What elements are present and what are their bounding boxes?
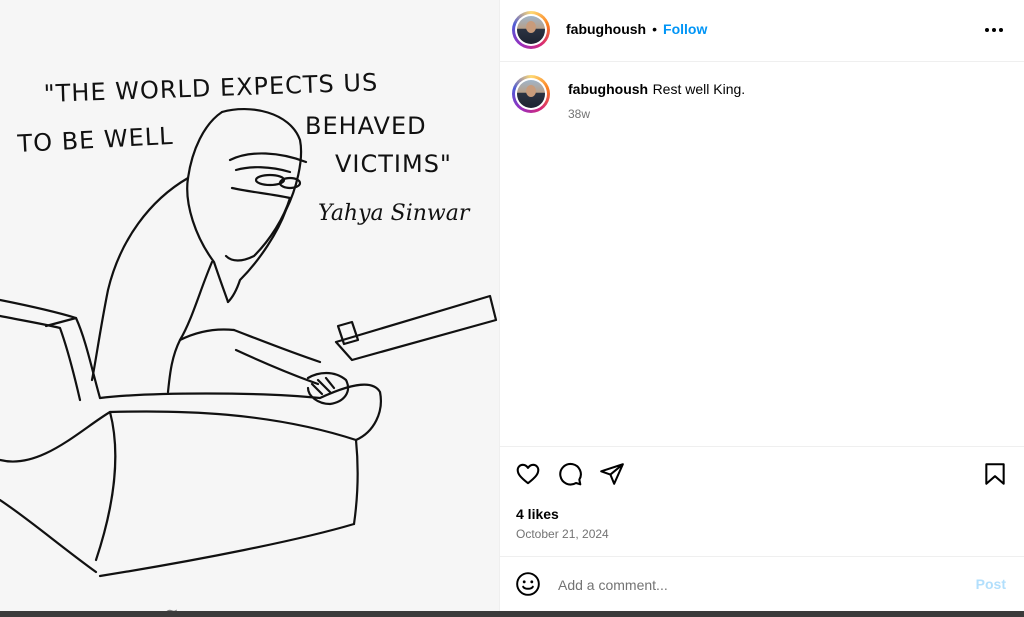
comment-button[interactable] [557, 461, 585, 489]
emoji-icon [516, 572, 540, 596]
caption-avatar[interactable] [512, 75, 550, 113]
likes-count[interactable]: 4 likes [516, 506, 559, 522]
post-comment-button[interactable]: Post [976, 576, 1006, 592]
emoji-button[interactable] [515, 571, 543, 599]
avatar-photo [517, 16, 545, 44]
post-date: October 21, 2024 [516, 527, 609, 541]
comment-bar: Post [500, 556, 1024, 612]
post-actions: 4 likes October 21, 2024 [500, 446, 1024, 557]
sketch-drawing: "THE WORLD EXPECTS US TO BE WELL BEHAVED… [0, 0, 499, 617]
follow-button[interactable]: Follow [663, 21, 707, 37]
comment-input[interactable] [556, 573, 960, 597]
more-options-button[interactable] [982, 18, 1006, 42]
like-button[interactable] [515, 461, 543, 489]
heart-icon [516, 463, 540, 485]
post-sidebar: fabughoush • Follow fabughoush Rest well… [500, 0, 1024, 617]
bookmark-icon [985, 463, 1005, 485]
separator-dot: • [652, 21, 658, 37]
quote-line-4: VICTIMS" [335, 150, 452, 178]
post-image[interactable]: "THE WORLD EXPECTS US TO BE WELL BEHAVED… [0, 0, 500, 617]
send-icon [600, 463, 624, 485]
share-button[interactable] [599, 461, 627, 489]
caption-text: Rest well King. [652, 81, 746, 97]
avatar[interactable] [512, 11, 550, 49]
save-button[interactable] [982, 461, 1010, 489]
more-horizontal-icon [985, 28, 1003, 32]
post-header: fabughoush • Follow [500, 0, 1024, 62]
caption-avatar-photo [517, 80, 545, 108]
caption-username[interactable]: fabughoush [568, 81, 648, 97]
header-username[interactable]: fabughoush [566, 21, 646, 37]
bottom-strip [0, 611, 1024, 617]
caption-timestamp[interactable]: 38w [568, 107, 590, 121]
comment-icon [559, 462, 582, 486]
quote-line-3: BEHAVED [305, 112, 427, 140]
quote-attribution: Yahya Sinwar [318, 201, 471, 226]
